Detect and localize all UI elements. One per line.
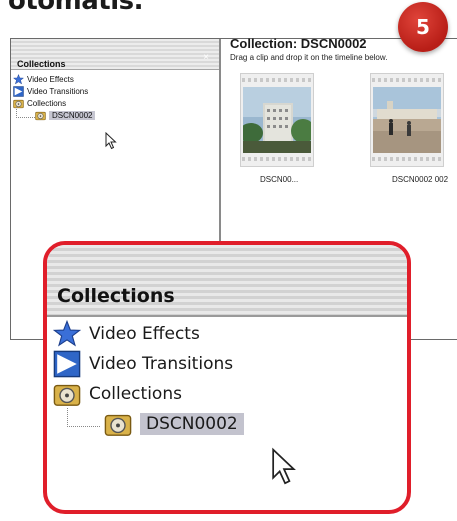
- zoom-tree-item-collections[interactable]: Collections: [53, 379, 244, 409]
- clip-caption: DSCN0002 002: [392, 175, 449, 184]
- tree-item-dscn0002[interactable]: DSCN0002: [13, 106, 96, 121]
- page-caption: otomatis.: [8, 0, 143, 16]
- star-icon: [13, 73, 24, 84]
- tree-item-video-effects[interactable]: Video Effects: [13, 73, 95, 85]
- collection-title: Collection: DSCN0002: [230, 36, 367, 51]
- zoom-tree-item-video-effects[interactable]: Video Effects: [53, 319, 244, 349]
- film-reel-icon: [104, 414, 132, 436]
- zoom-pane-header: Collections: [47, 245, 407, 317]
- collections-tree: Video Effects Video Transitions Collecti…: [13, 73, 96, 121]
- tree-item-label: Video Transitions: [89, 354, 234, 374]
- zoom-tree-item-dscn0002[interactable]: DSCN0002: [53, 407, 244, 439]
- clip-image: [373, 87, 441, 153]
- filmstrip-perforation: [242, 157, 312, 161]
- mouse-cursor-icon: [105, 132, 117, 150]
- zoom-callout: Collections Video Effects Video Transiti…: [43, 241, 411, 514]
- film-reel-icon: [35, 111, 46, 120]
- tree-item-label: Video Effects: [27, 74, 74, 84]
- tree-connector: [16, 106, 35, 118]
- clip-thumbnail[interactable]: [240, 73, 314, 167]
- collections-pane-header: Collections ×: [11, 39, 219, 70]
- star-icon: [53, 320, 81, 347]
- clip-thumbnail[interactable]: [370, 73, 444, 167]
- transition-icon: [53, 350, 81, 378]
- close-icon[interactable]: ×: [203, 52, 209, 63]
- tree-item-label: Video Transitions: [27, 86, 89, 96]
- tree-item-label: Collections: [89, 384, 182, 404]
- film-reel-icon: [53, 384, 81, 406]
- tree-item-label: DSCN0002: [49, 110, 96, 120]
- zoom-collections-tree: Video Effects Video Transitions Collecti…: [53, 319, 244, 439]
- mouse-cursor-icon: [272, 447, 296, 485]
- tree-item-label: DSCN0002: [140, 413, 244, 435]
- tree-connector: [67, 407, 100, 427]
- collection-instructions: Drag a clip and drop it on the timeline …: [230, 53, 388, 62]
- tree-item-label: Video Effects: [89, 324, 200, 344]
- zoom-pane-title: Collections: [57, 285, 175, 307]
- collections-pane-title: Collections: [17, 59, 66, 69]
- clip-caption: DSCN00...: [260, 175, 299, 184]
- step-badge: 5: [398, 2, 448, 52]
- filmstrip-perforation: [372, 78, 442, 82]
- clip-image: [243, 87, 311, 153]
- filmstrip-perforation: [372, 157, 442, 161]
- filmstrip-perforation: [242, 78, 312, 82]
- transition-icon: [13, 85, 24, 97]
- zoom-tree-item-video-transitions[interactable]: Video Transitions: [53, 349, 244, 379]
- tree-item-video-transitions[interactable]: Video Transitions: [13, 85, 95, 97]
